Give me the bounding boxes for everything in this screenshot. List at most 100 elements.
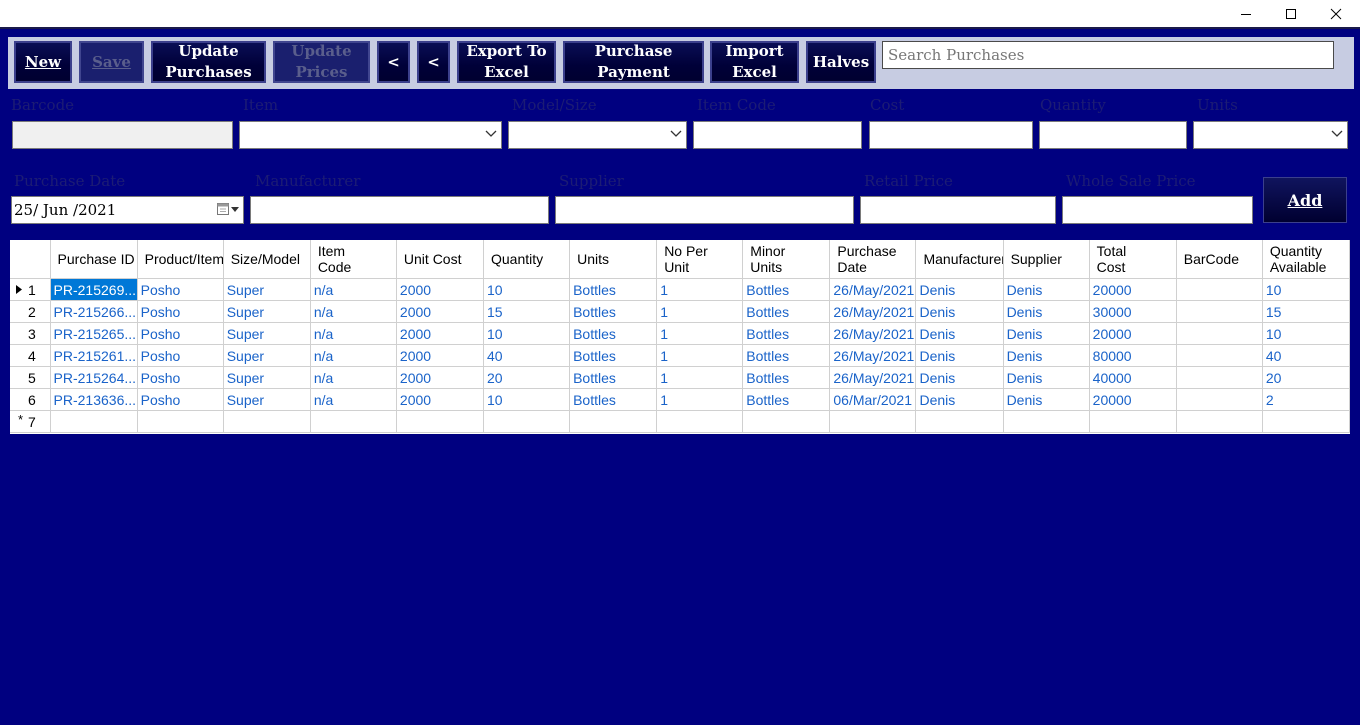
- table-cell-minor[interactable]: Bottles: [742, 366, 831, 389]
- table-cell-sup[interactable]: Denis: [1003, 344, 1090, 367]
- maximize-button[interactable]: [1268, 0, 1314, 27]
- table-cell-cost[interactable]: 2000: [396, 344, 485, 367]
- update-prices-button[interactable]: Update Prices: [273, 41, 370, 83]
- table-cell-total[interactable]: [1089, 410, 1177, 433]
- purchase-payment-button[interactable]: Purchase Payment: [563, 41, 704, 83]
- table-cell-units[interactable]: [569, 410, 658, 433]
- column-header-barcode[interactable]: BarCode: [1176, 240, 1263, 279]
- table-cell-size[interactable]: Super: [223, 278, 311, 301]
- table-cell-barcode[interactable]: [1176, 278, 1263, 301]
- table-cell-sup[interactable]: Denis: [1003, 278, 1090, 301]
- table-row[interactable]: 2 PR-215266... Posho Super n/a 2000 15 Bottles 1…: [10, 300, 1351, 323]
- table-cell-barcode[interactable]: [1176, 410, 1263, 433]
- table-cell-cost[interactable]: 2000: [396, 300, 485, 323]
- new-button[interactable]: New: [14, 41, 72, 83]
- table-cell-date[interactable]: 26/May/2021: [829, 322, 917, 345]
- import-excel-button[interactable]: Import Excel: [710, 41, 799, 83]
- row-header[interactable]: 6: [10, 388, 51, 411]
- table-cell-avail[interactable]: 10: [1262, 278, 1351, 301]
- table-cell-barcode[interactable]: [1176, 366, 1263, 389]
- table-cell-product[interactable]: Posho: [137, 344, 224, 367]
- table-cell-product[interactable]: Posho: [137, 322, 224, 345]
- table-cell-mfr[interactable]: [915, 410, 1004, 433]
- table-cell-per[interactable]: 1: [656, 366, 744, 389]
- column-header-size[interactable]: Size/Model: [223, 240, 311, 279]
- table-cell-qty[interactable]: 15: [483, 300, 571, 323]
- table-cell-date[interactable]: 06/Mar/2021: [829, 388, 917, 411]
- table-cell-units[interactable]: Bottles: [569, 322, 658, 345]
- table-cell-qty[interactable]: 10: [483, 322, 571, 345]
- table-cell-qty[interactable]: 10: [483, 278, 571, 301]
- table-cell-avail[interactable]: [1262, 410, 1351, 433]
- table-cell-avail[interactable]: 10: [1262, 322, 1351, 345]
- halves-button[interactable]: Halves: [806, 41, 876, 83]
- table-cell-per[interactable]: 1: [656, 300, 744, 323]
- table-cell-units[interactable]: Bottles: [569, 344, 658, 367]
- table-cell-date[interactable]: 26/May/2021: [829, 344, 917, 367]
- table-cell-size[interactable]: Super: [223, 344, 311, 367]
- minimize-button[interactable]: [1223, 0, 1269, 27]
- column-header-manufacturer[interactable]: Manufacturer: [915, 240, 1004, 279]
- table-cell-per[interactable]: 1: [656, 388, 744, 411]
- purchases-grid[interactable]: Purchase ID Product/Item Size/Model Item…: [10, 240, 1351, 434]
- column-header-purchase-date[interactable]: Purchase Date: [829, 240, 917, 279]
- save-button[interactable]: Save: [79, 41, 144, 83]
- table-cell-cost[interactable]: [396, 410, 485, 433]
- table-cell-units[interactable]: Bottles: [569, 278, 658, 301]
- table-cell-minor[interactable]: [742, 410, 831, 433]
- column-header-units[interactable]: Units: [569, 240, 658, 279]
- table-cell-date[interactable]: 26/May/2021: [829, 366, 917, 389]
- column-header-quantity-available[interactable]: Quantity Available: [1262, 240, 1351, 279]
- table-cell-product[interactable]: Posho: [137, 366, 224, 389]
- column-header-unit-cost[interactable]: Unit Cost: [396, 240, 485, 279]
- column-header-product[interactable]: Product/Item: [137, 240, 224, 279]
- table-cell-mfr[interactable]: Denis: [915, 388, 1004, 411]
- column-header-minor-units[interactable]: Minor Units: [742, 240, 831, 279]
- table-cell-sup[interactable]: Denis: [1003, 388, 1090, 411]
- table-cell-sup[interactable]: Denis: [1003, 300, 1090, 323]
- column-header-purchase-id[interactable]: Purchase ID: [50, 240, 138, 279]
- table-cell-total[interactable]: 20000: [1089, 278, 1177, 301]
- table-cell-barcode[interactable]: [1176, 300, 1263, 323]
- table-cell-per[interactable]: 1: [656, 322, 744, 345]
- export-to-excel-button[interactable]: Export To Excel: [457, 41, 556, 83]
- table-cell-id[interactable]: PR-215261...: [50, 344, 138, 367]
- table-cell-code[interactable]: n/a: [310, 344, 397, 367]
- table-cell-code[interactable]: n/a: [310, 300, 397, 323]
- column-header-no-per-unit[interactable]: No Per Unit: [656, 240, 744, 279]
- row-header[interactable]: 2: [10, 300, 51, 323]
- wholesale-price-field[interactable]: [1062, 196, 1253, 224]
- table-cell-avail[interactable]: 40: [1262, 344, 1351, 367]
- table-cell-size[interactable]: Super: [223, 388, 311, 411]
- table-row[interactable]: 5 PR-215264... Posho Super n/a 2000 20 Bottles 1…: [10, 366, 1351, 389]
- table-cell-total[interactable]: 20000: [1089, 322, 1177, 345]
- cost-field[interactable]: [869, 121, 1033, 149]
- table-cell-id[interactable]: PR-213636...: [50, 388, 138, 411]
- column-header-supplier[interactable]: Supplier: [1003, 240, 1090, 279]
- table-cell-per[interactable]: 1: [656, 278, 744, 301]
- manufacturer-field[interactable]: [250, 196, 549, 224]
- column-header-total-cost[interactable]: Total Cost: [1089, 240, 1177, 279]
- quantity-field[interactable]: [1039, 121, 1187, 149]
- barcode-field[interactable]: [12, 121, 233, 149]
- table-cell-minor[interactable]: Bottles: [742, 278, 831, 301]
- previous-button-2[interactable]: <: [417, 41, 450, 83]
- row-header[interactable]: 5: [10, 366, 51, 389]
- table-cell-size[interactable]: [223, 410, 311, 433]
- table-cell-id[interactable]: PR-215265...: [50, 322, 138, 345]
- table-cell-product[interactable]: Posho: [137, 388, 224, 411]
- table-cell-code[interactable]: n/a: [310, 278, 397, 301]
- row-header[interactable]: 1: [10, 278, 51, 301]
- table-cell-date[interactable]: [829, 410, 917, 433]
- table-cell-id[interactable]: PR-215264...: [50, 366, 138, 389]
- add-button[interactable]: Add: [1263, 177, 1347, 223]
- table-cell-qty[interactable]: 20: [483, 366, 571, 389]
- table-cell-qty[interactable]: [483, 410, 571, 433]
- units-select[interactable]: [1193, 121, 1348, 149]
- table-cell-id[interactable]: [50, 410, 138, 433]
- table-cell-units[interactable]: Bottles: [569, 366, 658, 389]
- item-code-field[interactable]: [693, 121, 862, 149]
- column-header-item-code[interactable]: Item Code: [310, 240, 397, 279]
- table-cell-cost[interactable]: 2000: [396, 278, 485, 301]
- table-cell-cost[interactable]: 2000: [396, 322, 485, 345]
